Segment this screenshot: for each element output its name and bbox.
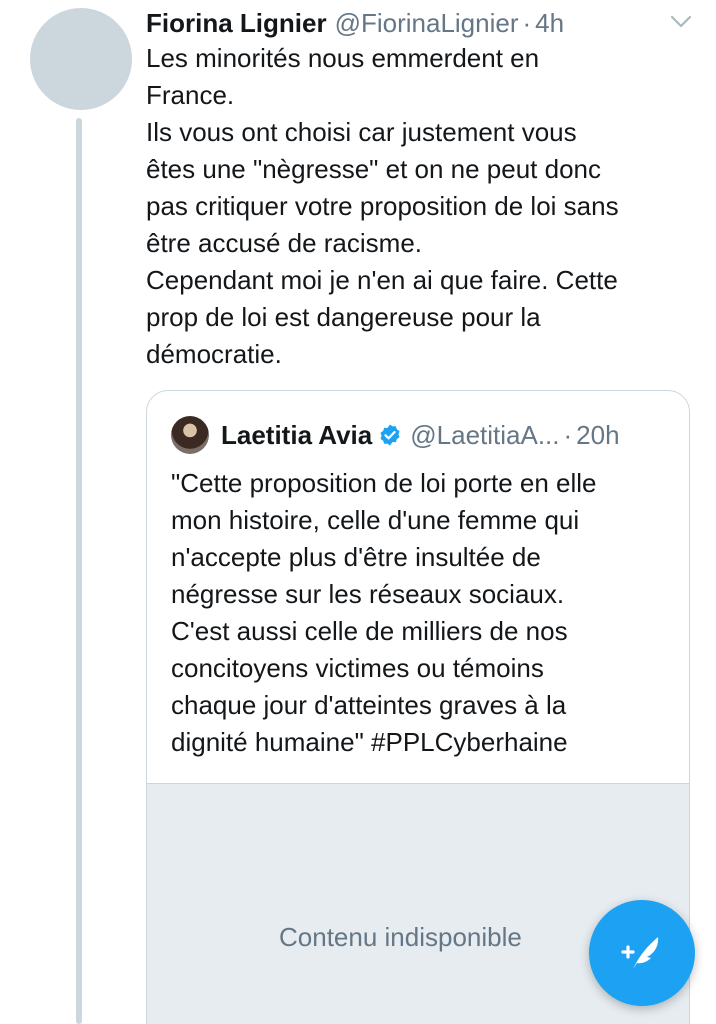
tweet-body-line: pas critiquer votre proposition de loi s… bbox=[146, 191, 619, 221]
tweet-body: Les minorités nous emmerdent en France. … bbox=[146, 40, 694, 373]
media-unavailable-label: Contenu indisponible bbox=[279, 922, 522, 952]
quoted-avatar bbox=[171, 416, 209, 454]
tweet-header: Fiorina Lignier @FiorinaLignier · 4h bbox=[146, 4, 564, 42]
thread-line bbox=[76, 118, 82, 1024]
tweet-body-line: être accusé de racisme. bbox=[146, 228, 423, 258]
quoted-body-line: C'est aussi celle de milliers de nos bbox=[171, 616, 568, 646]
quoted-tweet-body: "Cette proposition de loi porte en elle … bbox=[171, 465, 671, 761]
verified-badge-icon bbox=[378, 423, 402, 447]
separator: · bbox=[563, 419, 573, 450]
quoted-tweet-header: Laetitia Avia @LaetitiaA... · 20h bbox=[171, 415, 620, 455]
quoted-body-line: mon histoire, celle d'une femme qui bbox=[171, 505, 580, 535]
tweet-body-line: Les minorités nous emmerdent en bbox=[146, 43, 540, 73]
quoted-body-line: concitoyens victimes ou témoins bbox=[171, 653, 544, 683]
quoted-body-line: négresse sur les réseaux sociaux. bbox=[171, 579, 565, 609]
tweet-body-line: démocratie. bbox=[146, 339, 282, 369]
quoted-author-name: Laetitia Avia bbox=[221, 419, 373, 450]
compose-tweet-button[interactable] bbox=[589, 900, 695, 1006]
compose-tweet-icon bbox=[614, 925, 670, 981]
quoted-body-line: n'accepte plus d'être insultée de bbox=[171, 542, 541, 572]
tweet-body-line: Ils vous ont choisi car justement vous bbox=[146, 117, 577, 147]
tweet[interactable]: Fiorina Lignier @FiorinaLignier · 4h Les… bbox=[0, 0, 716, 1024]
avatar[interactable] bbox=[30, 8, 132, 110]
author-handle[interactable]: @FiorinaLignier bbox=[335, 8, 519, 39]
tweet-body-line: Cependant moi je n'en ai que faire. Cett… bbox=[146, 265, 618, 295]
tweet-body-line: France. bbox=[146, 80, 235, 110]
separator: · bbox=[522, 7, 532, 38]
quoted-timestamp: 20h bbox=[576, 419, 620, 450]
quoted-body-line: dignité humaine" #PPLCyberhaine bbox=[171, 727, 568, 757]
quoted-body-line: "Cette proposition de loi porte en elle bbox=[171, 468, 597, 498]
quoted-body-line: chaque jour d'atteintes graves à la bbox=[171, 690, 567, 720]
chevron-down-icon[interactable] bbox=[666, 10, 696, 34]
author-name[interactable]: Fiorina Lignier bbox=[146, 8, 327, 39]
timestamp[interactable]: 4h bbox=[535, 8, 564, 39]
quoted-author-handle: @LaetitiaA... bbox=[410, 419, 560, 450]
tweet-body-line: prop de loi est dangereuse pour la bbox=[146, 302, 541, 332]
tweet-body-line: êtes une "nègresse" et on ne peut donc bbox=[146, 154, 602, 184]
